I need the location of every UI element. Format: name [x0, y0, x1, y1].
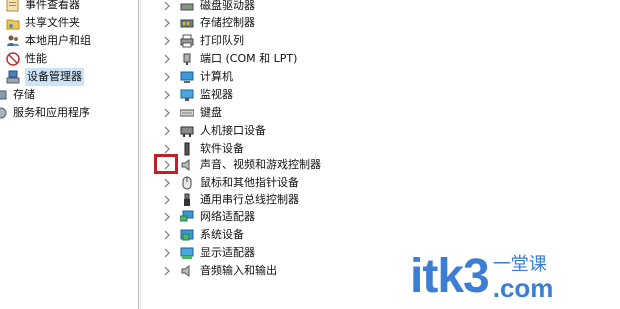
disk-drive-icon — [180, 0, 194, 13]
tree-row-computer[interactable]: 计算机 — [160, 68, 233, 86]
tree-row-label: 键盘 — [200, 106, 222, 119]
tree-row-disk-drives[interactable]: 磁盘驱动器 — [160, 0, 255, 15]
printer-icon — [180, 34, 194, 48]
usb-icon — [180, 193, 194, 207]
tree-row-print-queues[interactable]: 打印队列 — [160, 32, 244, 50]
speaker-icon — [180, 158, 194, 172]
chevron-right-icon[interactable] — [160, 34, 174, 48]
watermark-cn-text: 一堂课 — [492, 254, 547, 275]
nav-item-device-manager[interactable]: 设备管理器 — [6, 68, 84, 86]
tree-row-label: 鼠标和其他指针设备 — [200, 176, 299, 189]
tree-row-label: 计算机 — [200, 70, 233, 83]
services-icon — [0, 106, 8, 120]
chevron-right-icon[interactable] — [160, 16, 174, 30]
keyboard-icon — [179, 106, 195, 120]
tree-row-audio-io[interactable]: 音频输入和输出 — [160, 262, 277, 280]
watermark-domain-text: .com — [492, 273, 554, 303]
monitor-icon — [180, 88, 194, 102]
nav-item-label: 共享文件夹 — [25, 16, 80, 29]
tree-row-label: 网络适配器 — [200, 210, 255, 223]
nav-item-event-viewer[interactable]: 事件查看器 — [6, 0, 80, 14]
chevron-right-icon[interactable] — [160, 264, 174, 278]
tree-row-label: 磁盘驱动器 — [200, 0, 255, 12]
chevron-right-icon[interactable] — [160, 228, 174, 242]
chevron-right-icon[interactable] — [160, 124, 174, 138]
tree-row-label: 打印队列 — [200, 34, 244, 47]
nav-item-performance[interactable]: 性能 — [6, 50, 47, 68]
highlight-annotation-box — [154, 154, 178, 174]
system-device-icon — [180, 228, 194, 242]
tree-row-label: 端口 (COM 和 LPT) — [200, 52, 298, 65]
chevron-right-icon[interactable] — [160, 88, 174, 102]
port-icon — [180, 52, 194, 66]
tree-row-storage-controllers[interactable]: 存储控制器 — [160, 14, 255, 32]
nav-item-label: 设备管理器 — [25, 68, 84, 86]
watermark-main-text: itk3 — [410, 250, 490, 303]
tree-row-label: 监视器 — [200, 88, 233, 101]
tree-row-label: 音频输入和输出 — [200, 264, 277, 277]
tree-row-label: 人机接口设备 — [200, 124, 266, 137]
computer-icon — [180, 70, 194, 84]
watermark-side: 一堂课 .com — [492, 254, 554, 303]
tree-row-ports[interactable]: 端口 (COM 和 LPT) — [160, 50, 297, 68]
tree-row-display-adapters[interactable]: 显示适配器 — [160, 244, 255, 262]
nav-item-label: 存储 — [13, 88, 35, 101]
tree-row-label: 通用串行总线控制器 — [200, 193, 299, 206]
chevron-right-icon[interactable] — [160, 246, 174, 260]
tree-row-mice[interactable]: 鼠标和其他指针设备 — [160, 174, 299, 192]
tree-row-network-adapters[interactable]: 网络适配器 — [160, 208, 255, 226]
tree-row-label: 存储控制器 — [200, 16, 255, 29]
chevron-right-icon[interactable] — [160, 52, 174, 66]
event-viewer-icon — [6, 0, 20, 12]
pane-divider[interactable] — [138, 0, 139, 309]
network-adapter-icon — [179, 210, 194, 224]
tree-row-label: 系统设备 — [200, 228, 244, 241]
hid-icon — [180, 124, 194, 138]
tree-row-usb[interactable]: 通用串行总线控制器 — [160, 191, 299, 209]
chevron-right-icon[interactable] — [160, 70, 174, 84]
device-manager-icon — [6, 70, 20, 84]
nav-item-label: 本地用户和组 — [25, 34, 91, 47]
users-icon — [6, 34, 20, 48]
chevron-right-icon[interactable] — [160, 106, 174, 120]
software-device-icon — [180, 142, 194, 156]
chevron-right-icon[interactable] — [160, 176, 174, 190]
nav-item-storage[interactable]: 存储 — [0, 86, 35, 104]
nav-item-services-apps[interactable]: 服务和应用程序 — [0, 104, 90, 122]
mouse-icon — [180, 176, 194, 190]
chevron-right-icon[interactable] — [160, 0, 174, 13]
nav-item-label: 服务和应用程序 — [13, 106, 90, 119]
pane-divider-shadow — [140, 0, 141, 309]
chevron-right-icon[interactable] — [160, 193, 174, 207]
tree-row-label: 声音、视频和游戏控制器 — [200, 158, 321, 171]
nav-item-label: 事件查看器 — [25, 0, 80, 11]
console-tree-pane: 事件查看器 共享文件夹 本地用户和组 性能 设备管理器 存储 服务和应用程序 — [0, 0, 138, 309]
nav-item-local-users[interactable]: 本地用户和组 — [6, 32, 91, 50]
storage-controller-icon — [180, 16, 194, 30]
storage-icon — [0, 88, 8, 102]
tree-row-hid[interactable]: 人机接口设备 — [160, 122, 266, 140]
tree-row-system-devices[interactable]: 系统设备 — [160, 226, 244, 244]
tree-row-monitors[interactable]: 监视器 — [160, 86, 233, 104]
nav-item-label: 性能 — [25, 52, 47, 65]
tree-row-label: 显示适配器 — [200, 246, 255, 259]
audio-io-icon — [180, 264, 194, 278]
nav-item-shared-folders[interactable]: 共享文件夹 — [6, 14, 80, 32]
tree-row-keyboards[interactable]: 键盘 — [160, 104, 222, 122]
tree-row-sound-video-game[interactable]: 声音、视频和游戏控制器 — [160, 156, 321, 174]
performance-icon — [6, 52, 20, 66]
display-adapter-icon — [180, 246, 194, 260]
shared-folder-icon — [6, 16, 20, 30]
chevron-right-icon[interactable] — [160, 210, 174, 224]
watermark-logo: itk3 一堂课 .com — [410, 250, 554, 303]
